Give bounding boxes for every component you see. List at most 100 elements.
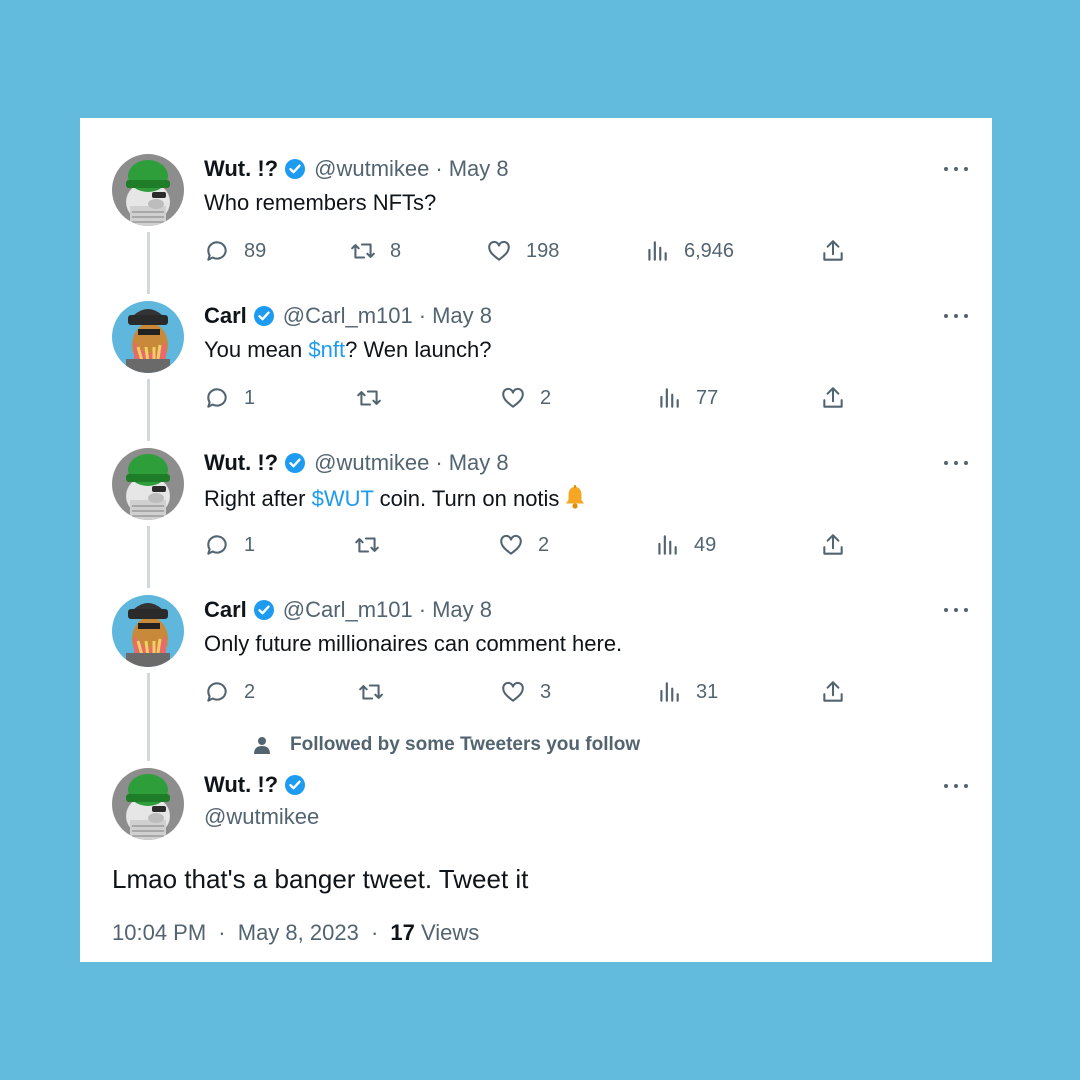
- view-count: 31: [696, 680, 719, 703]
- cashtag-link[interactable]: $nft: [308, 337, 345, 362]
- thread-line: [147, 526, 150, 588]
- tweet-text-content: Only future millionaires can comment her…: [204, 631, 623, 656]
- like-button[interactable]: 2: [500, 383, 551, 413]
- views-button[interactable]: 49: [654, 530, 716, 560]
- tweet-full-date[interactable]: May 8, 2023: [238, 920, 359, 945]
- like-count: 2: [538, 533, 550, 556]
- reply-count: 1: [244, 533, 256, 556]
- user-handle[interactable]: @Carl_m101: [283, 303, 413, 329]
- views-button[interactable]: 6,946: [644, 236, 734, 266]
- tweet-actions: 1 2 77: [204, 383, 864, 413]
- more-options-icon[interactable]: [944, 451, 968, 475]
- verified-badge-icon: [285, 159, 306, 179]
- tweet-date[interactable]: May 8: [449, 156, 509, 182]
- views-button[interactable]: 77: [656, 383, 718, 413]
- share-button[interactable]: [820, 530, 860, 560]
- reply-button[interactable]: 1: [204, 530, 255, 560]
- retweet-icon: [359, 684, 383, 700]
- views-count: 17: [390, 920, 415, 945]
- separator-dot: ·: [218, 920, 226, 945]
- like-button[interactable]: 198: [486, 236, 559, 266]
- pirate-ape-avatar[interactable]: [112, 301, 184, 373]
- share-icon: [823, 534, 843, 555]
- green-hat-ape-avatar[interactable]: [112, 154, 184, 226]
- tweet-date[interactable]: May 8: [432, 597, 492, 623]
- reply-icon: [207, 535, 227, 555]
- share-button[interactable]: [820, 383, 860, 413]
- tweet-text-content: Who remembers NFTs?: [204, 190, 437, 215]
- reply-button[interactable]: 1: [204, 383, 255, 413]
- tweet-text-content: coin. Turn on notis: [373, 486, 560, 511]
- separator-dot: ·: [370, 920, 379, 945]
- more-options-icon[interactable]: [944, 774, 968, 798]
- tweet-actions: 89 8 198 6,946: [204, 236, 864, 266]
- retweet-icon: [351, 243, 375, 259]
- verified-badge-icon: [285, 775, 306, 795]
- more-options-icon[interactable]: [944, 304, 968, 328]
- bell-emoji-icon: [566, 485, 585, 509]
- more-options-icon[interactable]: [944, 598, 968, 622]
- tweet-text-content: You mean: [204, 337, 309, 362]
- tweet-actions: 1 2 49: [204, 530, 864, 560]
- green-hat-ape-avatar[interactable]: [112, 448, 184, 520]
- thread-line: [147, 232, 150, 294]
- view-count: 77: [696, 386, 719, 409]
- verified-badge-icon: [253, 600, 274, 620]
- pirate-ape-avatar[interactable]: [112, 595, 184, 667]
- verified-badge-icon: [285, 453, 306, 473]
- separator-dot: ·: [418, 597, 427, 622]
- display-name[interactable]: Carl: [204, 303, 247, 329]
- display-name[interactable]: Wut. !?: [204, 156, 278, 182]
- green-hat-ape-avatar[interactable]: [112, 768, 184, 840]
- more-options-icon[interactable]: [944, 157, 968, 181]
- retweet-icon: [357, 390, 381, 406]
- heart-icon: [502, 681, 524, 702]
- tweet-time[interactable]: 10:04 PM: [112, 920, 206, 945]
- heart-icon: [502, 387, 524, 408]
- tweet-header: Carl @Carl_m101 · May 8: [204, 597, 492, 623]
- share-icon: [823, 240, 843, 261]
- like-button[interactable]: 2: [498, 530, 549, 560]
- main-tweet-text: Lmao that's a banger tweet. Tweet it: [112, 864, 529, 894]
- share-button[interactable]: [820, 677, 860, 707]
- share-icon: [823, 681, 843, 702]
- tweet-text: Right after $WUT coin. Turn on notis: [204, 484, 587, 512]
- tweet-date[interactable]: May 8: [432, 303, 492, 329]
- user-handle[interactable]: @wutmikee: [314, 156, 429, 182]
- retweet-button[interactable]: [358, 677, 398, 707]
- followed-by-text: Followed by some Tweeters you follow: [290, 734, 641, 755]
- main-tweet-author: Wut. !?: [204, 772, 314, 798]
- cashtag-link[interactable]: $WUT: [312, 486, 374, 511]
- tweet-date[interactable]: May 8: [449, 450, 509, 476]
- views-icon: [660, 388, 679, 408]
- like-button[interactable]: 3: [500, 677, 551, 707]
- retweet-button[interactable]: [354, 530, 394, 560]
- display-name[interactable]: Wut. !?: [204, 450, 278, 476]
- share-button[interactable]: [820, 236, 860, 266]
- separator-dot: ·: [435, 450, 443, 475]
- view-count: 49: [694, 533, 717, 556]
- reply-button[interactable]: 89: [204, 236, 266, 266]
- retweet-button[interactable]: 8: [350, 236, 401, 266]
- retweet-button[interactable]: [356, 383, 396, 413]
- view-count: 6,946: [684, 239, 735, 262]
- tweet-text: Only future millionaires can comment her…: [204, 631, 622, 657]
- thread-line: [147, 379, 150, 441]
- views-button[interactable]: 31: [656, 677, 718, 707]
- tweet-thread-card: Wut. !? @wutmikee · May 8 Who remembers …: [80, 118, 992, 962]
- user-handle[interactable]: @Carl_m101: [283, 597, 413, 623]
- display-name[interactable]: Carl: [204, 597, 247, 623]
- views-icon: [658, 535, 677, 555]
- followed-by-note[interactable]: Followed by some Tweeters you follow: [252, 734, 640, 756]
- user-handle[interactable]: @wutmikee: [314, 450, 429, 476]
- reply-button[interactable]: 2: [204, 677, 255, 707]
- display-name[interactable]: Wut. !?: [204, 772, 278, 798]
- tweet-actions: 2 3 31: [204, 677, 864, 707]
- thread-line: [147, 673, 150, 761]
- user-handle[interactable]: @wutmikee: [204, 804, 319, 830]
- heart-icon: [500, 534, 522, 555]
- reply-count: 1: [244, 386, 256, 409]
- tweet-text: Who remembers NFTs?: [204, 190, 436, 216]
- like-count: 198: [526, 239, 560, 262]
- separator-dot: ·: [435, 156, 443, 181]
